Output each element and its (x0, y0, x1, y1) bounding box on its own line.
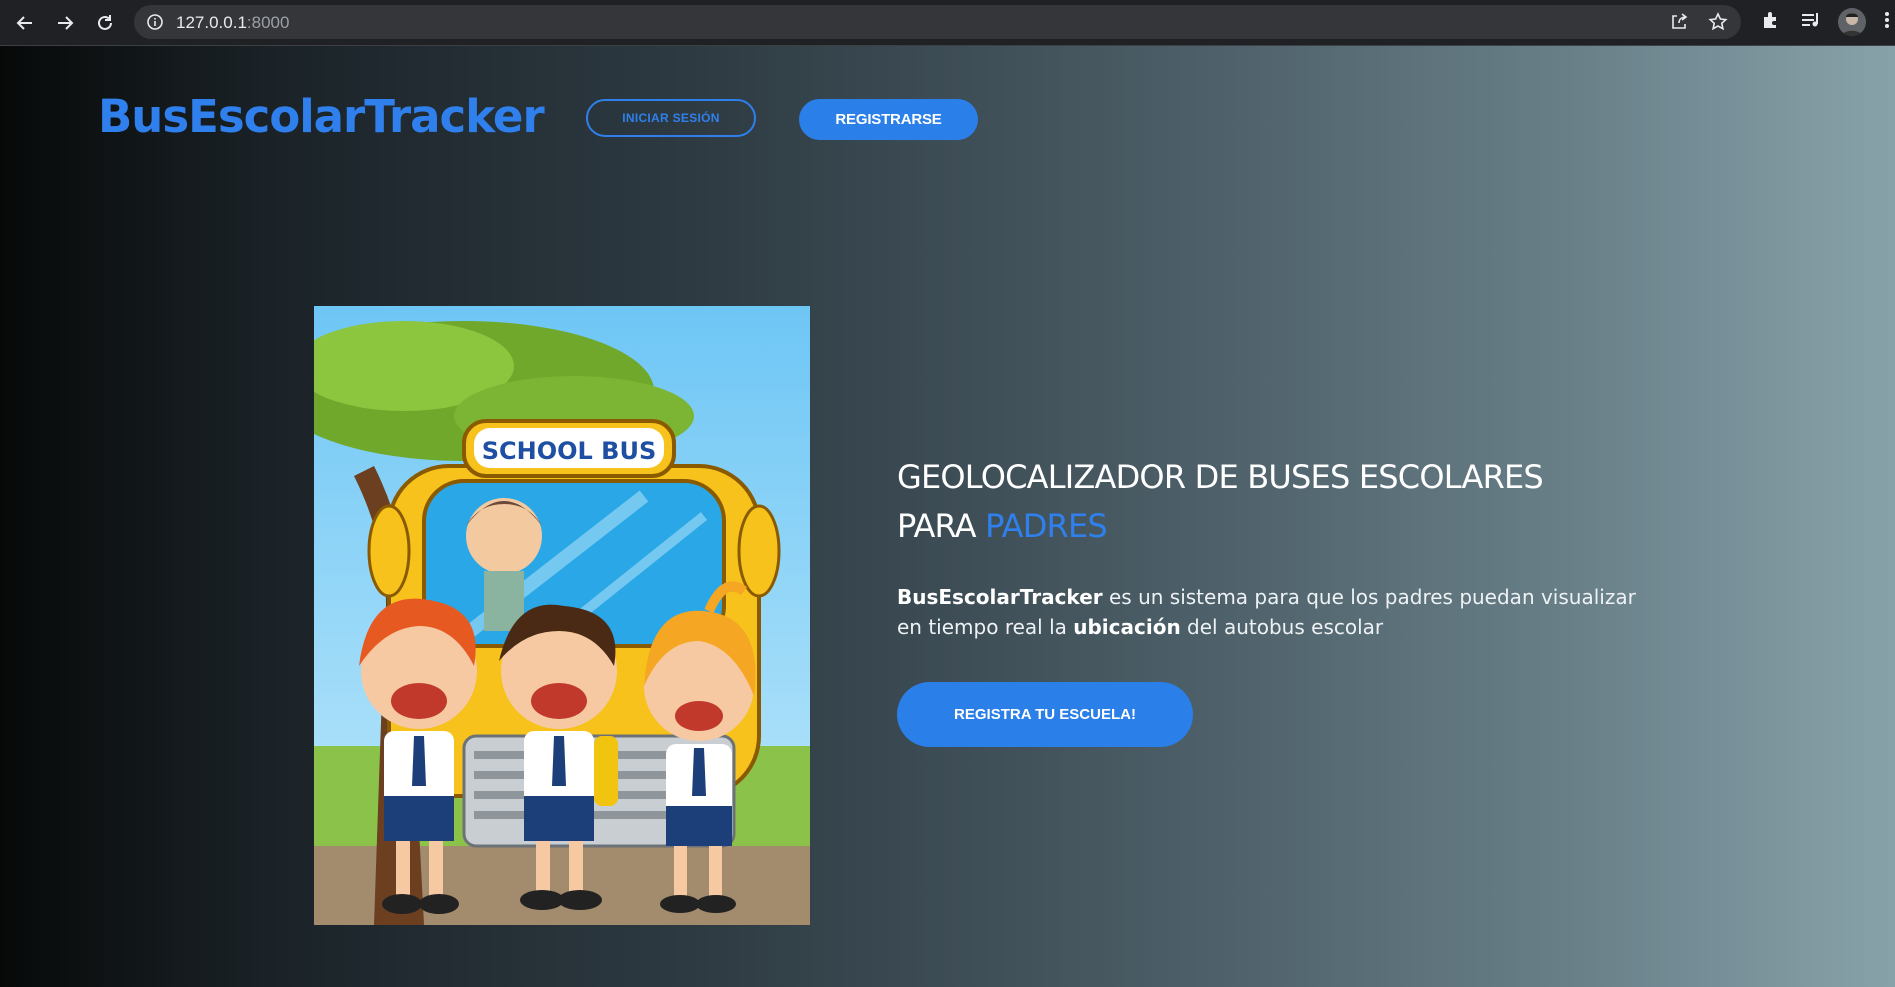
avatar-icon (1842, 13, 1862, 36)
desc-bold: ubicación (1073, 615, 1181, 639)
hero-headline: GEOLOCALIZADOR DE BUSES ESCOLARES PARA P… (897, 453, 1597, 551)
headline-line2: PARA PADRES (897, 502, 1597, 551)
browser-toolbar: 127.0.0.1:8000 (0, 0, 1895, 46)
media-control-icon[interactable] (1800, 10, 1822, 30)
arrow-right-icon (58, 16, 74, 30)
reload-button[interactable] (91, 9, 119, 37)
bus-sign-text: SCHOOL BUS (482, 437, 657, 465)
address-bar[interactable]: 127.0.0.1:8000 (134, 5, 1741, 39)
url-host: 127.0.0.1 (176, 13, 247, 32)
url-text[interactable]: 127.0.0.1:8000 (176, 13, 289, 33)
register-school-button[interactable]: REGISTRA TU ESCUELA! (897, 682, 1193, 747)
headline-accent: PADRES (985, 507, 1108, 545)
school-bus-illustration: SCHOOL BUS (314, 306, 810, 925)
more-menu-icon[interactable] (1883, 10, 1891, 30)
headline-prefix: PARA (897, 507, 986, 545)
extensions-icon[interactable] (1760, 10, 1780, 30)
arrow-left-icon (16, 16, 32, 30)
login-button[interactable]: INICIAR SESIÓN (586, 99, 756, 137)
brand-logo[interactable]: BusEscolarTracker (98, 90, 545, 143)
back-button[interactable] (11, 9, 39, 37)
profile-avatar[interactable] (1838, 8, 1866, 36)
share-icon[interactable] (1669, 12, 1689, 32)
register-button[interactable]: REGISTRARSE (799, 99, 978, 140)
headline-line1: GEOLOCALIZADOR DE BUSES ESCOLARES (897, 458, 1544, 496)
forward-button[interactable] (51, 9, 79, 37)
url-port: :8000 (246, 13, 290, 32)
landing-page: BusEscolarTracker INICIAR SESIÓN REGISTR… (0, 46, 1895, 987)
reload-icon (98, 15, 112, 30)
star-icon[interactable] (1708, 12, 1728, 32)
desc-part2: del autobus escolar (1180, 615, 1384, 639)
hero-description: BusEscolarTracker es un sistema para que… (897, 582, 1637, 642)
desc-brand: BusEscolarTracker (897, 585, 1103, 609)
info-icon[interactable] (146, 13, 164, 31)
